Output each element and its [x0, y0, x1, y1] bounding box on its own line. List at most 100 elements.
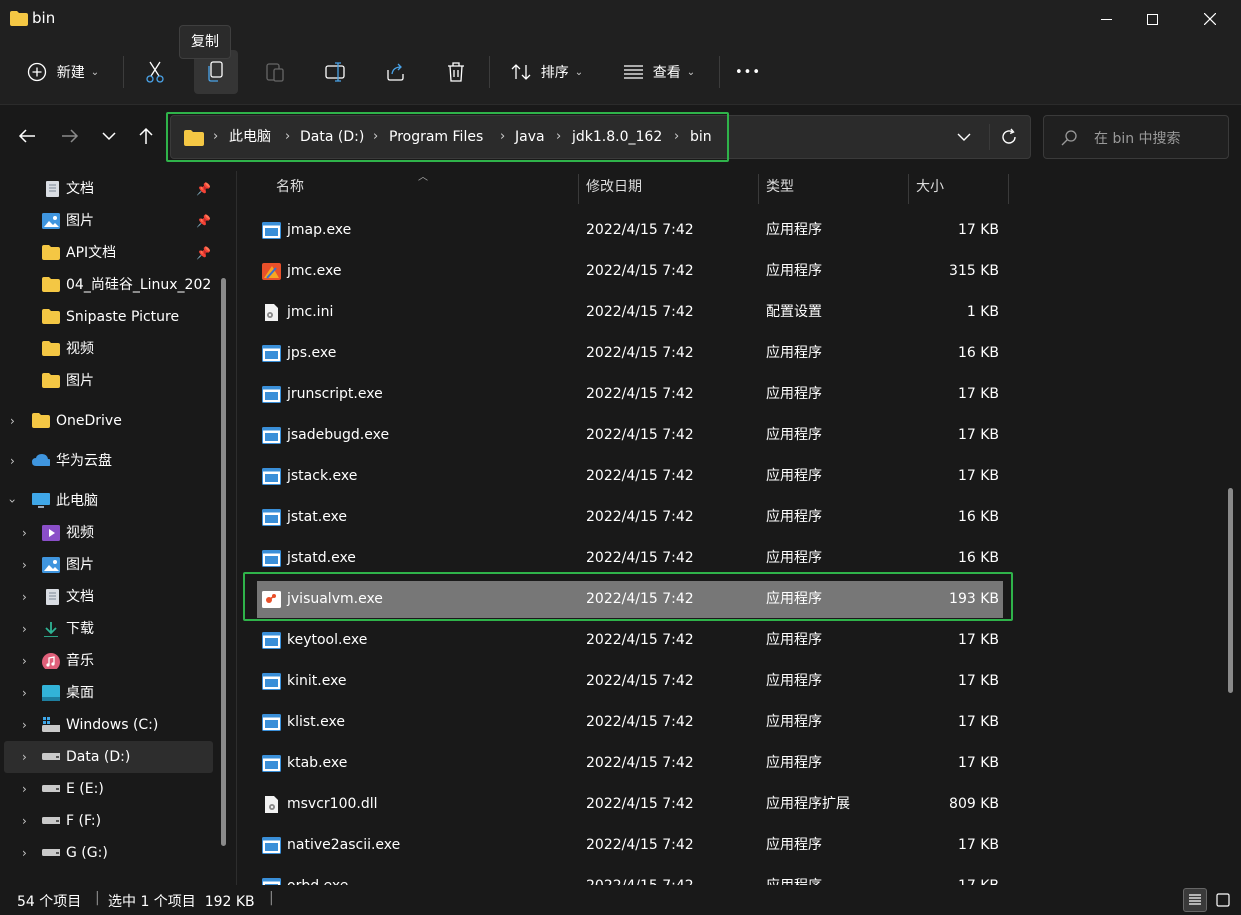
up-button[interactable]	[130, 119, 162, 153]
sidebar-item-this-pc[interactable]: › 此电脑	[4, 485, 214, 517]
new-button[interactable]: 新建 ⌄	[16, 50, 110, 94]
maximize-button[interactable]	[1129, 0, 1175, 38]
exe-icon	[262, 550, 281, 567]
file-row[interactable]: jmap.exe 2022/4/15 7:42 应用程序 17 KB	[257, 210, 1003, 251]
file-row[interactable]: jmc.exe 2022/4/15 7:42 应用程序 315 KB	[257, 251, 1003, 292]
sidebar-item-desktop[interactable]: › 桌面	[4, 677, 214, 709]
chevron-down-icon: ⌄	[686, 66, 696, 78]
exe-icon	[262, 468, 281, 485]
sidebar-item-label: API文档	[66, 245, 117, 261]
file-row[interactable]: kinit.exe 2022/4/15 7:42 应用程序 17 KB	[257, 661, 1003, 702]
share-button[interactable]	[376, 50, 416, 94]
document-icon	[46, 589, 59, 605]
sidebar-item-label: 图片	[66, 557, 94, 573]
toolbar-divider	[123, 56, 124, 88]
file-row[interactable]: jstat.exe 2022/4/15 7:42 应用程序 16 KB	[257, 497, 1003, 538]
column-header-type[interactable]: 类型	[766, 172, 794, 202]
sidebar-item-huawei-cloud[interactable]: › 华为云盘	[4, 445, 214, 477]
file-row[interactable]: jmc.ini 2022/4/15 7:42 配置设置 1 KB	[257, 292, 1003, 333]
sidebar-item-drive-g[interactable]: › G (G:)	[4, 837, 214, 869]
sort-button[interactable]: 排序 ⌄	[500, 50, 594, 94]
file-row[interactable]: jrunscript.exe 2022/4/15 7:42 应用程序 17 KB	[257, 374, 1003, 415]
sidebar-item-api-docs[interactable]: API文档 📌	[4, 237, 214, 269]
more-button[interactable]: •••	[728, 50, 768, 94]
chevron-right-icon: ›	[22, 814, 27, 828]
column-divider[interactable]	[908, 174, 909, 204]
refresh-button[interactable]	[989, 124, 1027, 150]
sidebar-item-downloads[interactable]: › 下载	[4, 613, 214, 645]
details-view-button[interactable]	[1183, 888, 1207, 912]
file-list-scrollbar[interactable]	[1228, 488, 1233, 693]
file-type: 应用程序	[766, 673, 822, 689]
search-box[interactable]: 在 bin 中搜索	[1043, 115, 1229, 159]
file-row[interactable]: jps.exe 2022/4/15 7:42 应用程序 16 KB	[257, 333, 1003, 374]
exe-icon	[262, 386, 281, 403]
chevron-down-icon: ⌄	[90, 66, 100, 78]
sidebar-item-pc-documents[interactable]: › 文档	[4, 581, 214, 613]
chevron-right-icon: ›	[22, 718, 27, 732]
details-view-icon	[1189, 894, 1201, 905]
minimize-button[interactable]	[1083, 0, 1129, 38]
sidebar-item-music[interactable]: › 音乐	[4, 645, 214, 677]
forward-button[interactable]	[53, 119, 87, 153]
sidebar-item-drive-f[interactable]: › F (F:)	[4, 805, 214, 837]
folder-icon	[10, 11, 28, 26]
sidebar-item-linux-folder[interactable]: 04_尚硅谷_Linux_202	[4, 269, 214, 301]
sidebar-scrollbar[interactable]	[221, 278, 226, 846]
recent-locations-button[interactable]	[96, 119, 122, 153]
sidebar-item-pictures-folder[interactable]: 图片	[4, 365, 214, 397]
sort-label: 排序	[540, 65, 569, 81]
sidebar-item-drive-d[interactable]: › Data (D:)	[4, 741, 213, 773]
chevron-right-icon: ›	[10, 454, 15, 468]
sidebar-item-snipaste[interactable]: Snipaste Picture	[4, 301, 214, 333]
delete-button[interactable]	[436, 50, 476, 94]
tiles-view-button[interactable]	[1211, 888, 1235, 912]
paste-button[interactable]	[255, 50, 295, 94]
sidebar-item-documents[interactable]: 文档 📌	[4, 173, 214, 205]
close-button[interactable]	[1187, 0, 1233, 38]
column-header-name[interactable]: 名称	[276, 172, 304, 202]
file-row[interactable]: ktab.exe 2022/4/15 7:42 应用程序 17 KB	[257, 743, 1003, 784]
file-row[interactable]: keytool.exe 2022/4/15 7:42 应用程序 17 KB	[257, 620, 1003, 661]
column-divider[interactable]	[1008, 174, 1009, 204]
file-size: 16 KB	[957, 509, 999, 525]
file-date: 2022/4/15 7:42	[586, 755, 694, 771]
sidebar-item-pc-videos[interactable]: › 视频	[4, 517, 214, 549]
file-type: 应用程序	[766, 468, 822, 484]
document-icon	[46, 181, 59, 197]
sidebar-item-label: 音乐	[66, 653, 94, 669]
file-row[interactable]: jstack.exe 2022/4/15 7:42 应用程序 17 KB	[257, 456, 1003, 497]
file-size: 17 KB	[957, 714, 999, 730]
column-header-size[interactable]: 大小	[916, 172, 944, 202]
exe-icon	[262, 714, 281, 731]
cut-button[interactable]	[135, 50, 175, 94]
column-header-date[interactable]: 修改日期	[586, 172, 642, 202]
rename-button[interactable]	[316, 50, 356, 94]
sidebar-item-drive-c[interactable]: › Windows (C:)	[4, 709, 214, 741]
file-row[interactable]: klist.exe 2022/4/15 7:42 应用程序 17 KB	[257, 702, 1003, 743]
column-divider[interactable]	[578, 174, 579, 204]
file-date: 2022/4/15 7:42	[586, 673, 694, 689]
drive-icon	[42, 785, 60, 792]
view-button[interactable]: 查看 ⌄	[612, 50, 706, 94]
sidebar-item-pictures[interactable]: 图片 📌	[4, 205, 214, 237]
minimize-icon	[1100, 18, 1112, 20]
file-row[interactable]: native2ascii.exe 2022/4/15 7:42 应用程序 17 KB	[257, 825, 1003, 866]
copy-icon	[208, 61, 223, 82]
chevron-down-icon: ⌄	[574, 66, 584, 78]
sidebar-item-onedrive[interactable]: › OneDrive	[4, 405, 214, 437]
sidebar-item-drive-e[interactable]: › E (E:)	[4, 773, 214, 805]
pin-icon: 📌	[196, 214, 211, 228]
sidebar-item-pc-pictures[interactable]: › 图片	[4, 549, 214, 581]
file-row[interactable]: jsadebugd.exe 2022/4/15 7:42 应用程序 17 KB	[257, 415, 1003, 456]
sidebar-item-videos-folder[interactable]: 视频	[4, 333, 214, 365]
back-button[interactable]	[10, 119, 44, 153]
folder-icon	[42, 309, 60, 324]
file-row[interactable]: msvcr100.dll 2022/4/15 7:42 应用程序扩展 809 KB	[257, 784, 1003, 825]
arrow-right-icon	[62, 129, 79, 143]
column-divider[interactable]	[758, 174, 759, 204]
picture-icon	[42, 557, 60, 573]
address-history-button[interactable]	[951, 126, 977, 148]
folder-icon	[42, 277, 60, 292]
arrow-up-icon	[139, 127, 153, 144]
